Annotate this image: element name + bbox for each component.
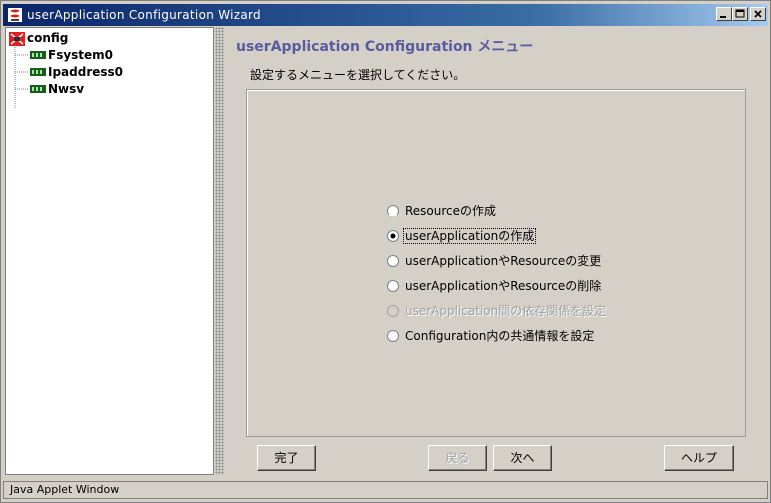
radio-button-icon	[387, 255, 399, 267]
config-tree[interactable]: config Fsystem0 Ipaddress0 Nwsv	[5, 27, 214, 475]
java-app-icon	[8, 8, 22, 22]
wizard-window: userApplication Configuration Wizard con…	[0, 0, 771, 503]
close-button[interactable]	[750, 7, 766, 21]
menu-options-panel: Resourceの作成 userApplicationの作成 userAppli…	[246, 89, 746, 437]
radio-button-icon	[387, 205, 399, 217]
window-title: userApplication Configuration Wizard	[27, 8, 261, 22]
minimize-icon	[720, 16, 726, 18]
title-bar: userApplication Configuration Wizard	[3, 4, 768, 26]
back-button: 戻る	[428, 445, 487, 471]
maximize-button[interactable]	[732, 7, 748, 21]
finish-button[interactable]: 完了	[257, 445, 316, 471]
status-bar: Java Applet Window	[3, 481, 768, 499]
tree-node-label: Fsystem0	[48, 48, 114, 62]
option-label: Configuration内の共通情報を設定	[405, 329, 595, 343]
tree-node-label: Ipaddress0	[48, 65, 124, 79]
help-button[interactable]: ヘルプ	[664, 445, 734, 471]
option-label: Resourceの作成	[405, 204, 497, 218]
option-label: userApplicationやResourceの変更	[405, 254, 602, 268]
resource-icon	[30, 51, 46, 59]
option-label: userApplication間の依存関係を設定	[405, 304, 607, 318]
radio-button-icon	[387, 280, 399, 292]
split-pane-divider[interactable]	[215, 27, 224, 475]
instruction-text: 設定するメニューを選択してください。	[250, 68, 466, 82]
close-icon	[754, 10, 762, 18]
radio-button-disabled-icon	[387, 305, 399, 317]
minimize-button[interactable]	[716, 7, 732, 21]
option-label: userApplicationの作成	[402, 228, 537, 244]
option-label: userApplicationやResourceの削除	[405, 279, 602, 293]
next-button[interactable]: 次へ	[493, 445, 552, 471]
resource-icon	[30, 68, 46, 76]
main-panel: userApplication Configuration メニュー 設定するメ…	[225, 27, 766, 475]
maximize-icon	[735, 9, 745, 18]
tree-node-label: config	[27, 31, 69, 45]
resource-icon	[30, 85, 46, 93]
page-title: userApplication Configuration メニュー	[236, 39, 534, 55]
tree-node-label: Nwsv	[48, 82, 85, 96]
radio-button-icon	[387, 330, 399, 342]
config-icon	[9, 32, 25, 46]
radio-button-selected-icon	[387, 230, 399, 242]
